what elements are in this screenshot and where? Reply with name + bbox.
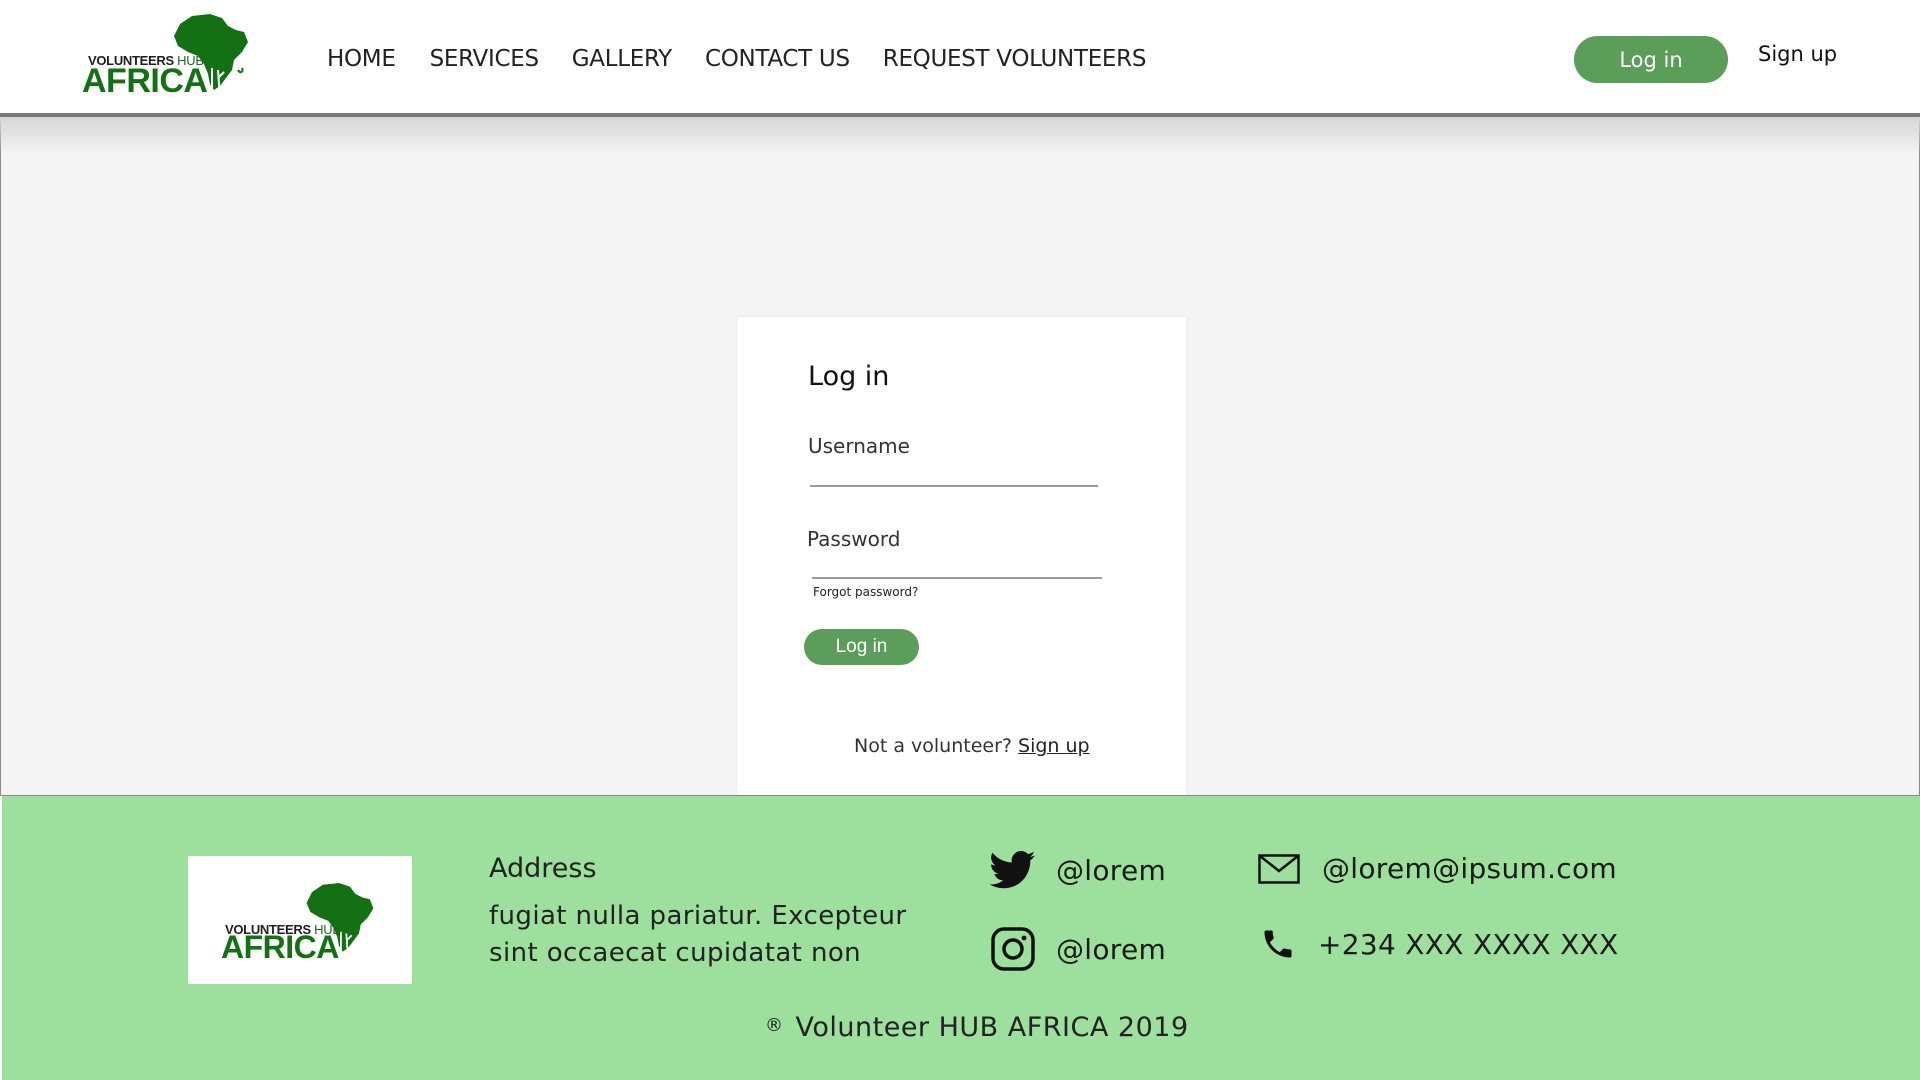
nav-request-volunteers[interactable]: REQUEST VOLUNTEERS	[883, 46, 1147, 72]
nav-home[interactable]: HOME	[327, 46, 396, 72]
signup-prompt-text: Not a volunteer?	[854, 735, 1012, 757]
email-contact[interactable]: @lorem@ipsum.com	[1258, 852, 1617, 885]
copyright: ® Volunteer HUB AFRICA 2019	[765, 1012, 1189, 1043]
address-text: fugiat nulla pariatur. Excepteur sint oc…	[489, 901, 907, 968]
footer-logo[interactable]: VOLUNTEERS HUB AFRICA	[188, 856, 412, 984]
forgot-password-link[interactable]: Forgot password?	[813, 585, 918, 599]
instagram-icon	[990, 926, 1036, 972]
site-header: VOLUNTEERS HUB AFRICA HOME SERVICES GALL…	[0, 0, 1920, 114]
card-signup-link[interactable]: Sign up	[1018, 735, 1090, 757]
twitter-handle: @lorem	[1056, 853, 1167, 887]
email-address: @lorem@ipsum.com	[1322, 852, 1617, 885]
password-label: Password	[807, 527, 901, 551]
login-title: Log in	[808, 361, 890, 392]
header-signup-link[interactable]: Sign up	[1758, 42, 1837, 66]
instagram-handle: @lorem	[1056, 932, 1167, 966]
registered-symbol: ®	[765, 1015, 784, 1036]
nav-services[interactable]: SERVICES	[430, 46, 539, 72]
main-content: Log in Username Password Forgot password…	[0, 117, 1920, 796]
phone-icon	[1260, 926, 1296, 962]
phone-contact[interactable]: +234 XXX XXXX XXX	[1260, 926, 1619, 962]
login-submit-button[interactable]: Log in	[804, 629, 919, 665]
main-nav: HOME SERVICES GALLERY CONTACT US REQUEST…	[327, 46, 1179, 72]
mail-icon	[1258, 853, 1300, 884]
username-label: Username	[808, 434, 910, 458]
logo-title: AFRICA	[82, 62, 208, 100]
twitter-contact[interactable]: @lorem	[989, 850, 1167, 890]
instagram-contact[interactable]: @lorem	[990, 926, 1166, 972]
twitter-icon	[989, 850, 1036, 890]
copyright-text: Volunteer HUB AFRICA 2019	[795, 1012, 1189, 1043]
site-footer: VOLUNTEERS HUB AFRICA Address fugiat nul…	[2, 796, 1920, 1080]
login-card: Log in Username Password Forgot password…	[737, 317, 1186, 795]
brand-logo[interactable]: VOLUNTEERS HUB AFRICA	[82, 12, 254, 102]
nav-gallery[interactable]: GALLERY	[572, 46, 672, 72]
phone-number: +234 XXX XXXX XXX	[1318, 927, 1619, 961]
address-title: Address	[489, 853, 597, 884]
header-shadow	[0, 117, 1920, 155]
signup-prompt: Not a volunteer? Sign up	[854, 735, 1090, 757]
password-input[interactable]	[812, 553, 1102, 579]
footer-logo-title: AFRICA	[221, 929, 339, 965]
username-input[interactable]	[810, 463, 1098, 487]
header-login-button[interactable]: Log in	[1574, 36, 1728, 83]
nav-contact-us[interactable]: CONTACT US	[705, 46, 850, 72]
